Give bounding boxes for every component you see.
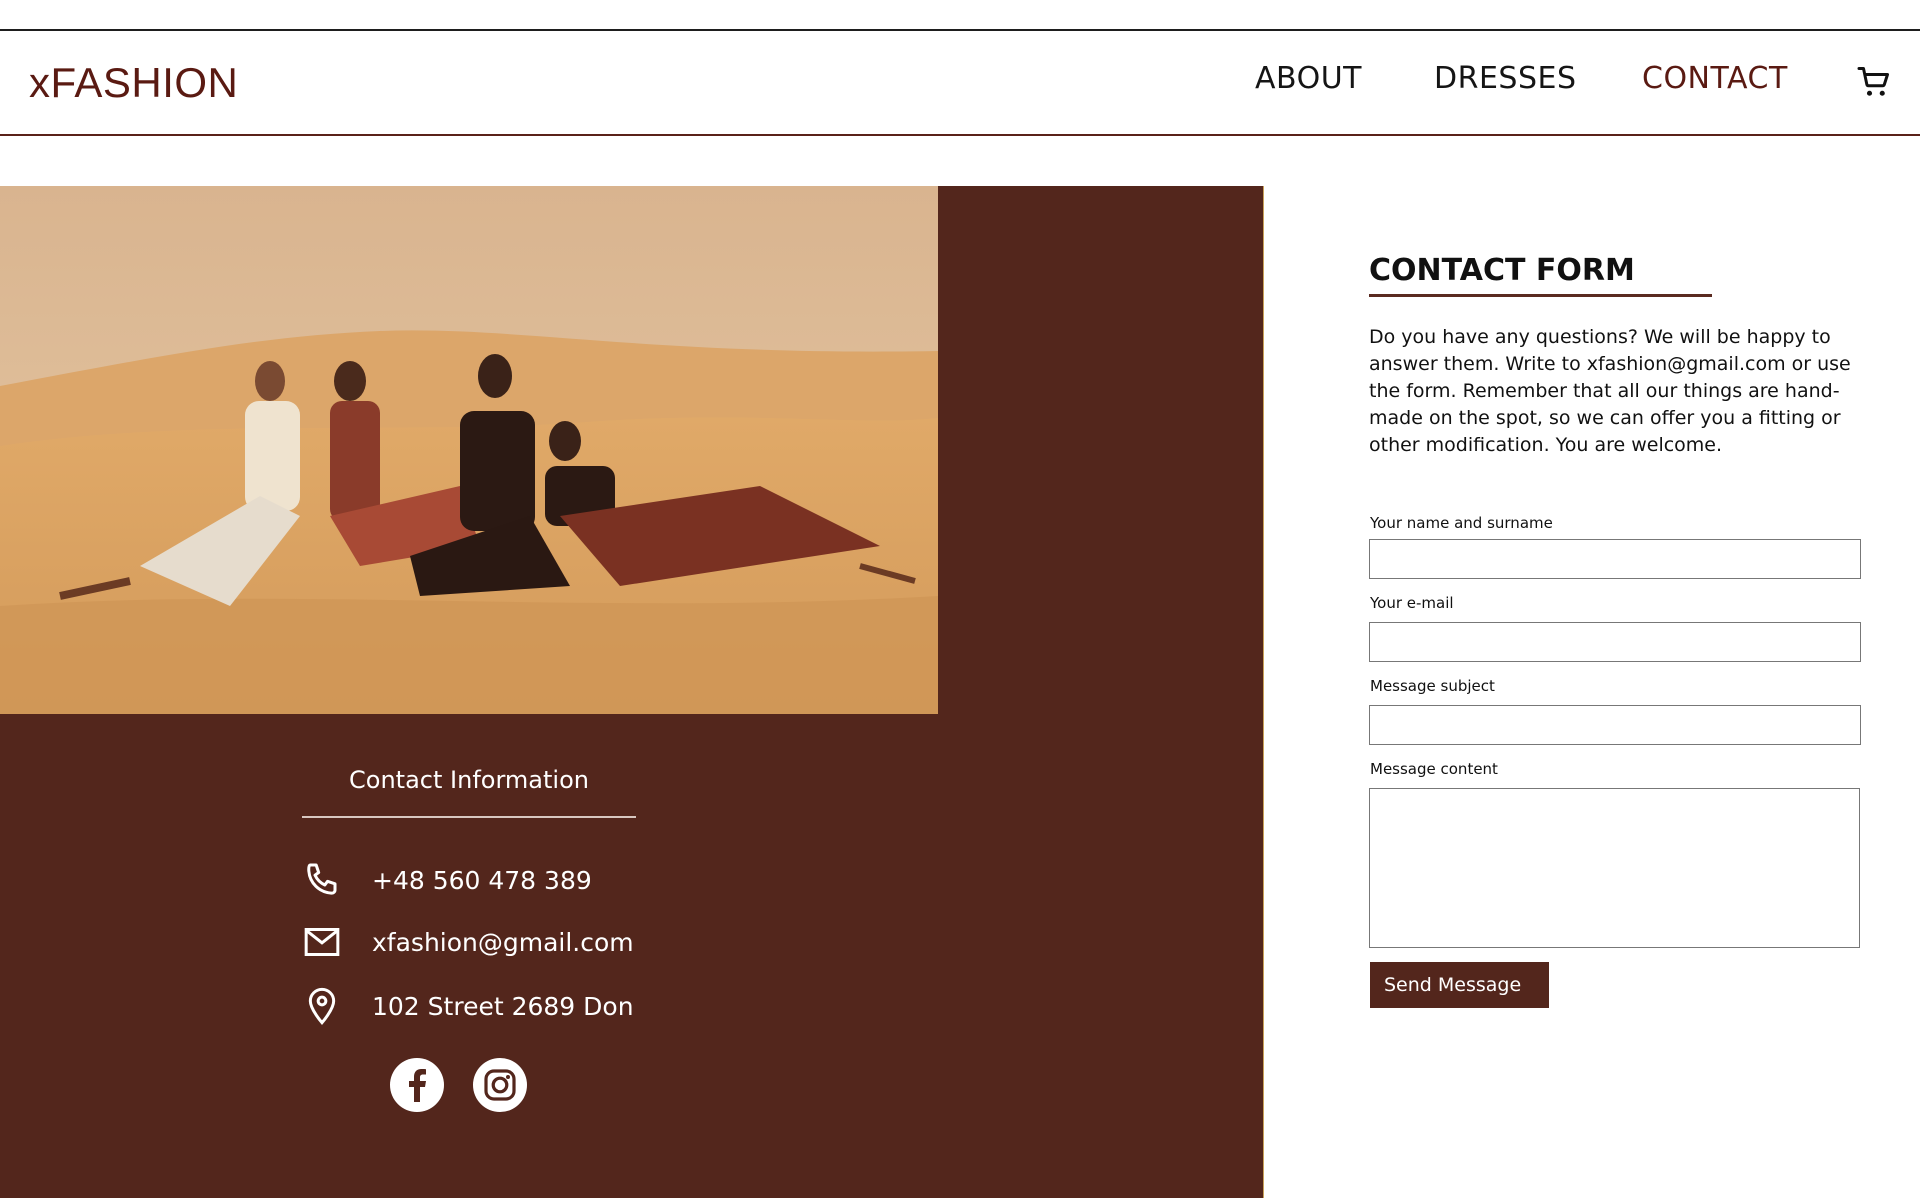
name-label: Your name and surname (1370, 514, 1553, 532)
facebook-link[interactable] (390, 1058, 444, 1112)
send-message-button[interactable]: Send Message (1370, 962, 1549, 1008)
facebook-icon (409, 1069, 426, 1102)
contact-info-divider (302, 816, 636, 818)
form-title-underline (1369, 294, 1712, 297)
contact-info-title: Contact Information (349, 766, 589, 794)
mail-icon (304, 928, 340, 956)
street-address: 102 Street 2689 Don (372, 992, 634, 1021)
location-pin-icon (308, 987, 336, 1025)
message-label: Message content (1370, 760, 1498, 778)
site-logo[interactable]: xFASHION (29, 62, 238, 104)
instagram-icon (484, 1069, 516, 1101)
nav-dresses[interactable]: DRESSES (1434, 64, 1576, 94)
phone-icon (307, 863, 337, 895)
phone-number: +48 560 478 389 (372, 866, 592, 895)
email-field[interactable] (1369, 622, 1861, 662)
nav-about[interactable]: ABOUT (1255, 64, 1362, 94)
nav-contact[interactable]: CONTACT (1642, 64, 1788, 94)
shopping-cart-icon[interactable] (1856, 64, 1892, 100)
instagram-link[interactable] (473, 1058, 527, 1112)
message-field[interactable] (1369, 788, 1860, 948)
site-header: xFASHION ABOUT DRESSES CONTACT (0, 29, 1920, 136)
desert-models-photo (0, 186, 938, 714)
contact-info-panel: Contact Information +48 560 478 389 xfas… (0, 186, 1264, 1198)
name-field[interactable] (1369, 539, 1861, 579)
form-title: CONTACT FORM (1369, 253, 1635, 288)
email-address: xfashion@gmail.com (372, 928, 634, 957)
form-description: Do you have any questions? We will be ha… (1369, 326, 1851, 456)
subject-field[interactable] (1369, 705, 1861, 745)
email-label: Your e-mail (1370, 594, 1454, 612)
subject-label: Message subject (1370, 677, 1495, 695)
